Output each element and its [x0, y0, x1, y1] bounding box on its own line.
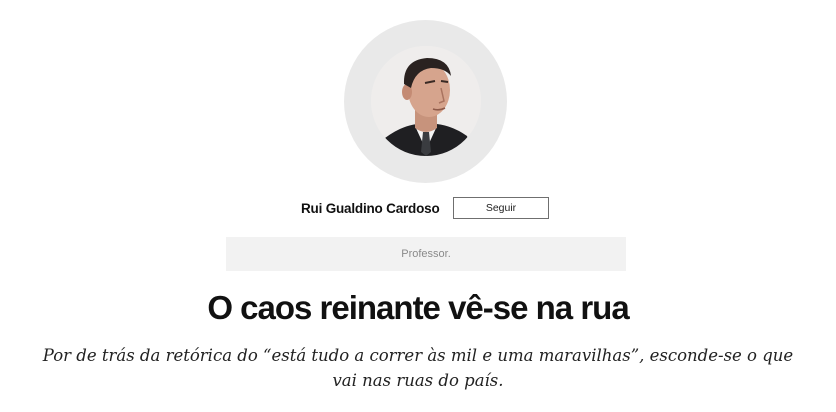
author-opinion-header: Rui Gualdino Cardoso Seguir Professor. O…: [0, 0, 836, 412]
author-photo: [371, 46, 481, 156]
article-lead: Por de trás da retórica do “está tudo a …: [42, 346, 794, 390]
article-title: O caos reinante vê-se na rua: [207, 289, 629, 326]
avatar[interactable]: [371, 46, 481, 156]
follow-button[interactable]: Seguir: [453, 197, 549, 219]
author-name[interactable]: Rui Gualdino Cardoso: [301, 201, 440, 216]
author-row: Rui Gualdino Cardoso Seguir: [0, 197, 836, 221]
author-bio: Professor.: [226, 237, 626, 271]
